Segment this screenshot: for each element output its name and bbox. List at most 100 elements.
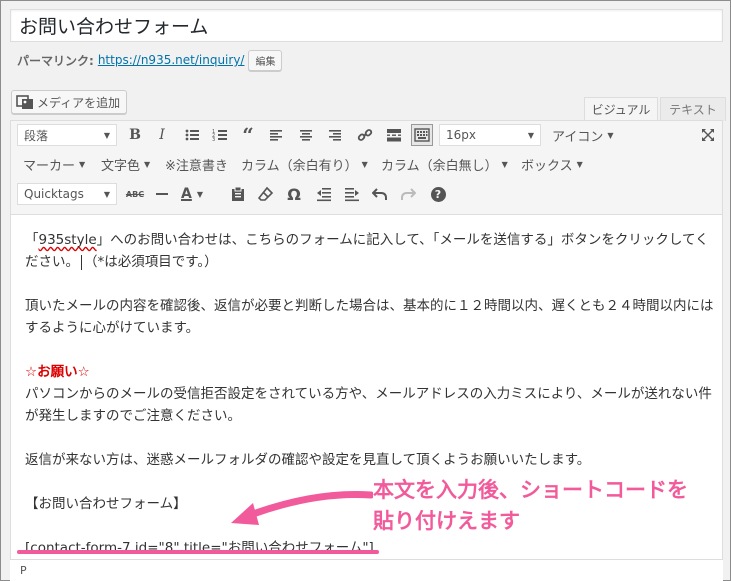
format-select[interactable]: 段落 ▼ xyxy=(17,124,117,146)
clear-formatting-button[interactable] xyxy=(255,183,277,205)
text-cursor xyxy=(81,254,82,270)
bullet-list-icon xyxy=(185,129,199,141)
annotation-arrow-icon xyxy=(231,491,373,525)
redo-icon xyxy=(401,188,416,200)
toolbar-toggle-button[interactable] xyxy=(411,124,433,146)
insert-link-button[interactable] xyxy=(354,124,376,146)
icon-menu[interactable]: アイコン ▼ xyxy=(552,124,614,146)
align-right-icon xyxy=(329,130,341,141)
add-media-label: メディアを追加 xyxy=(37,95,121,110)
undo-icon xyxy=(372,188,387,200)
content-paragraph-spam: 返信が来ない方は、迷惑メールフォルダの確認や設定を見直して頂くようお願いいたしま… xyxy=(25,452,591,468)
editor-screen: パーマリンク: https://n935.net/inquiry/ 編集 メディ… xyxy=(0,0,731,581)
align-left-icon xyxy=(270,130,282,141)
link-icon xyxy=(357,129,373,141)
omega-icon: Ω xyxy=(287,184,301,204)
redo-button[interactable] xyxy=(397,183,419,205)
align-center-icon xyxy=(300,130,312,141)
align-center-button[interactable] xyxy=(295,124,317,146)
chevron-down-icon: ▼ xyxy=(79,159,86,169)
bullet-list-button[interactable] xyxy=(181,124,203,146)
numbered-list-button[interactable]: 123 xyxy=(209,124,231,146)
chevron-down-icon: ▼ xyxy=(527,130,534,140)
content-paragraph-notice: パソコンからのメールの受信拒否設定をされている方や、メールアドレスの入力ミスによ… xyxy=(25,386,712,424)
svg-text:3: 3 xyxy=(212,137,215,143)
blockquote-button[interactable]: “ xyxy=(237,123,259,147)
align-right-button[interactable] xyxy=(324,124,346,146)
eraser-icon xyxy=(258,186,274,201)
post-title-field[interactable] xyxy=(10,9,723,42)
special-character-button[interactable]: Ω xyxy=(283,183,305,205)
align-left-button[interactable] xyxy=(265,124,287,146)
quicktags-select[interactable]: Quicktags ▼ xyxy=(17,183,117,205)
chevron-down-icon: ▼ xyxy=(576,159,583,169)
permalink-label: パーマリンク: xyxy=(17,53,94,68)
permalink-edit-button[interactable]: 編集 xyxy=(248,49,283,71)
column-padded-menu[interactable]: カラム（余白有り） ▼ xyxy=(241,153,368,175)
horizontal-line-button[interactable] xyxy=(151,183,173,205)
marker-menu[interactable]: マーカー ▼ xyxy=(23,153,85,175)
add-media-button[interactable]: メディアを追加 xyxy=(11,90,128,114)
icon-menu-label: アイコン xyxy=(552,129,604,145)
editor-statusbar: P xyxy=(10,559,723,581)
strikethrough-icon: ABC xyxy=(125,189,145,199)
chevron-down-icon: ▼ xyxy=(607,130,614,140)
shortcode-highlight-underline xyxy=(17,550,379,554)
numbered-list-icon: 123 xyxy=(212,129,227,143)
content-paragraph-intro: 「935style」へのお問い合わせは、こちらのフォームに記入して、「メールを送… xyxy=(25,232,709,270)
annotation-line-1: 本文を入力後、ショートコードを xyxy=(373,478,688,502)
annotation-callout: 本文を入力後、ショートコードを 貼り付けえます xyxy=(373,475,723,537)
text-color-menu-label: 文字色 xyxy=(101,158,141,174)
box-menu[interactable]: ボックス ▼ xyxy=(521,153,583,175)
toolbar-row-2: マーカー ▼ 文字色 ▼ ※注意書き カラム（余白有り） ▼ カラム（余白無し）… xyxy=(11,153,722,183)
indent-icon xyxy=(345,188,359,202)
bold-button[interactable]: B xyxy=(124,124,146,146)
column-nopad-label: カラム（余白無し） xyxy=(381,158,498,174)
permalink-url-link[interactable]: https://n935.net/inquiry/ xyxy=(98,53,245,67)
read-more-button[interactable] xyxy=(383,124,405,146)
toolbar-row-3: Quicktags ▼ ABC A ▼ Ω ? xyxy=(11,183,722,213)
horizontal-line-icon xyxy=(156,193,168,195)
text-color-menu[interactable]: 文字色 ▼ xyxy=(101,153,150,175)
column-nopad-menu[interactable]: カラム（余白無し） ▼ xyxy=(381,153,508,175)
annotation-line-2: 貼り付けえます xyxy=(373,509,520,533)
read-more-icon xyxy=(387,129,401,142)
brand-name: 935style xyxy=(38,232,97,248)
content-paragraph-reply: 頂いたメールの内容を確認後、返信が必要と判断した場合は、基本的に１２時間以内、遅… xyxy=(25,298,714,336)
chevron-down-icon: ▼ xyxy=(196,189,203,199)
chevron-down-icon: ▼ xyxy=(501,159,508,169)
element-path: P xyxy=(20,564,27,577)
fullscreen-button[interactable] xyxy=(697,124,719,146)
indent-button[interactable] xyxy=(341,183,363,205)
chevron-down-icon: ▼ xyxy=(103,189,110,199)
text-color-picker[interactable]: A ▼ xyxy=(177,183,211,205)
column-padded-label: カラム（余白有り） xyxy=(241,158,358,174)
font-color-icon: A xyxy=(181,186,192,202)
keyboard-shortcuts-button[interactable]: ? xyxy=(427,183,449,205)
content-shortcode: [contact-form-7 id="8" title="お問い合わせフォーム… xyxy=(25,540,374,556)
outdent-button[interactable] xyxy=(313,183,335,205)
tab-visual[interactable]: ビジュアル xyxy=(584,97,658,121)
permalink-bar: パーマリンク: https://n935.net/inquiry/ 編集 xyxy=(17,49,283,71)
paste-text-button[interactable] xyxy=(227,183,249,205)
keyboard-icon xyxy=(414,128,430,142)
note-button[interactable]: ※注意書き xyxy=(165,153,228,175)
editor-toolbar: 段落 ▼ B I 123 “ 16px ▼ アイコン ▼ マーカー ▼ 文字色 … xyxy=(11,121,722,215)
format-select-value: 段落 xyxy=(24,128,49,143)
box-menu-label: ボックス xyxy=(521,158,573,174)
strikethrough-button[interactable]: ABC xyxy=(124,183,146,205)
note-button-label: ※注意書き xyxy=(165,158,228,174)
chevron-down-icon: ▼ xyxy=(361,159,368,169)
chevron-down-icon: ▼ xyxy=(144,159,151,169)
clipboard-icon xyxy=(232,186,244,201)
font-size-select[interactable]: 16px ▼ xyxy=(439,124,541,146)
content-heading-request: ☆お願い☆ xyxy=(25,364,90,380)
font-size-value: 16px xyxy=(446,128,476,142)
post-title-input[interactable] xyxy=(11,10,722,41)
help-icon: ? xyxy=(430,186,446,202)
outdent-icon xyxy=(317,188,331,202)
chevron-down-icon: ▼ xyxy=(103,130,110,140)
tab-text[interactable]: テキスト xyxy=(660,97,726,121)
italic-button[interactable]: I xyxy=(151,124,173,146)
undo-button[interactable] xyxy=(369,183,391,205)
